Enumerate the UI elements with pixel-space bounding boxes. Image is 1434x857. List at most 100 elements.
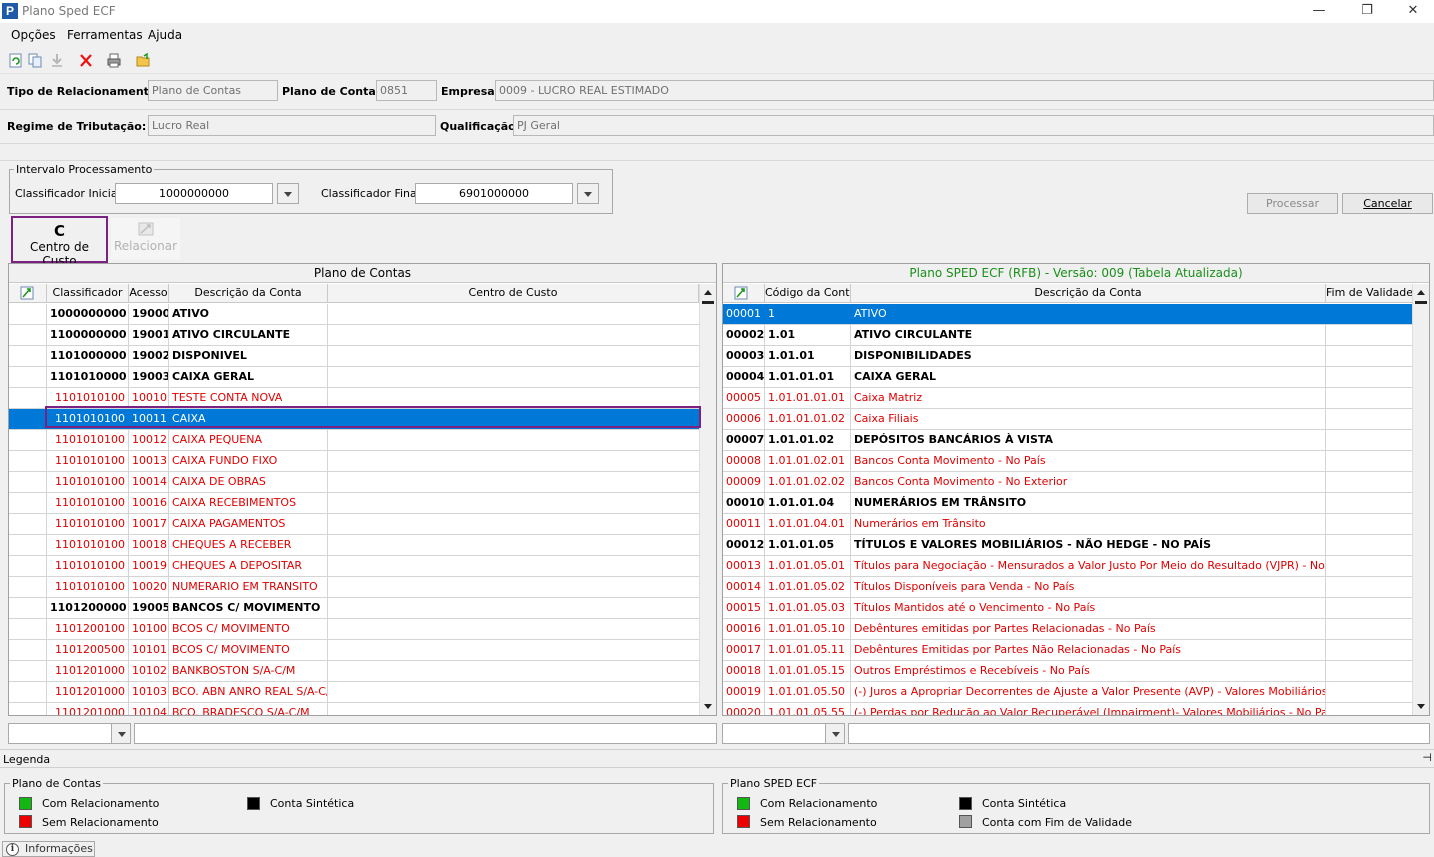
close-icon[interactable]: ✕ xyxy=(1390,0,1434,23)
table-row[interactable]: 00019 1.01.01.05.50 (-) Juros a Apropriar … xyxy=(723,682,1413,703)
plano-sped-scrollbar[interactable] xyxy=(1412,284,1429,715)
swatch-conta-sintetica xyxy=(959,797,972,810)
right-filter-input[interactable] xyxy=(848,723,1430,744)
table-row[interactable]: 1101010100 10018 CHEQUES A RECEBER xyxy=(9,535,701,556)
cell-fim-validade xyxy=(1326,598,1413,618)
pin-icon[interactable]: ⊣ xyxy=(1422,751,1432,764)
header-centro-custo[interactable]: Centro de Custo xyxy=(328,284,699,303)
processar-button[interactable]: Processar xyxy=(1247,193,1338,214)
left-filter-dropdown[interactable] xyxy=(111,723,131,744)
table-row[interactable]: 1101200500 10101 BCOS C/ MOVIMENTO xyxy=(9,640,701,661)
table-row[interactable]: 1101200100 10100 BCOS C/ MOVIMENTO xyxy=(9,619,701,640)
header-acesso[interactable]: Acesso xyxy=(129,284,169,303)
scroll-up-icon[interactable] xyxy=(700,284,716,300)
classificador-final-dropdown[interactable] xyxy=(577,183,599,204)
table-row[interactable]: 00020 1.01.01.05.55 (-) Perdas por Redução… xyxy=(723,703,1413,715)
cell-centro-custo xyxy=(328,577,701,597)
table-row[interactable]: 1101010100 10016 CAIXA RECEBIMENTOS xyxy=(9,493,701,514)
cell-acesso: 10019 xyxy=(129,556,169,576)
minimize-icon[interactable]: — xyxy=(1296,0,1342,23)
tipo-field: Plano de Contas xyxy=(148,80,278,101)
table-row[interactable]: 00010 1.01.01.04 NUMERÁRIOS EM TRÂNSITO xyxy=(723,493,1413,514)
classificador-inicial-input[interactable]: 1000000000 xyxy=(115,183,273,204)
table-row[interactable]: 1101010100 10013 CAIXA FUNDO FIXO xyxy=(9,451,701,472)
table-row[interactable]: 1101010100 10011 CAIXA xyxy=(9,409,701,430)
cell-classificador: 1101010100 xyxy=(47,577,129,597)
table-row[interactable]: 1101201000 10104 BCO. BRADESCO S/A-C/M xyxy=(9,703,701,715)
table-row[interactable]: 00018 1.01.01.05.15 Outros Empréstimos e R… xyxy=(723,661,1413,682)
cell-codigo: 1.01.01.02.02 xyxy=(765,472,851,492)
cell-fim-validade xyxy=(1326,388,1413,408)
scroll-down-icon[interactable] xyxy=(700,699,716,715)
table-row[interactable]: 00007 1.01.01.02 DEPÓSITOS BANCÁRIOS À VIS… xyxy=(723,430,1413,451)
table-row[interactable]: 00015 1.01.01.05.03 Títulos Mantidos até o… xyxy=(723,598,1413,619)
cancelar-button[interactable]: Cancelar xyxy=(1342,193,1433,214)
table-row[interactable]: 00001 1 ATIVO xyxy=(723,304,1413,325)
app-logo-icon: P xyxy=(2,3,18,19)
scroll-down-icon[interactable] xyxy=(1413,699,1429,715)
left-filter-input[interactable] xyxy=(134,723,717,744)
header-classificador[interactable]: Classificador xyxy=(47,284,129,303)
delete-icon[interactable] xyxy=(79,53,93,68)
header-descricao[interactable]: Descrição da Conta xyxy=(169,284,328,303)
table-row[interactable]: 00013 1.01.01.05.01 Títulos para Negociaçã… xyxy=(723,556,1413,577)
centro-de-custo-button[interactable]: C Centro de Custo xyxy=(11,216,108,268)
table-row[interactable]: 00002 1.01 ATIVO CIRCULANTE xyxy=(723,325,1413,346)
table-row[interactable]: 1101201000 10102 BANKBOSTON S/A-C/M xyxy=(9,661,701,682)
print-icon[interactable] xyxy=(107,53,121,68)
relacionar-button[interactable]: Relacionar xyxy=(111,218,180,260)
cell-classificador: 1101200500 xyxy=(47,640,129,660)
scroll-up-icon[interactable] xyxy=(1413,284,1429,300)
classificador-inicial-dropdown[interactable] xyxy=(277,183,299,204)
header-codigo[interactable]: Código da Conta xyxy=(765,284,851,303)
cell-acesso: 10017 xyxy=(129,514,169,534)
table-row[interactable]: 00014 1.01.01.05.02 Títulos Disponíveis pa… xyxy=(723,577,1413,598)
menu-ajuda[interactable]: Ajuda xyxy=(148,28,182,42)
table-row[interactable]: 00012 1.01.01.05 TÍTULOS E VALORES MOBILIÁ… xyxy=(723,535,1413,556)
refresh-icon[interactable] xyxy=(9,53,23,68)
menu-opcoes[interactable]: Opções xyxy=(11,28,56,42)
cell-descricao: CHEQUES A RECEBER xyxy=(169,535,328,555)
table-row[interactable]: 00009 1.01.01.02.02 Bancos Conta Movimento… xyxy=(723,472,1413,493)
regime-field: Lucro Real xyxy=(148,115,436,136)
plano-contas-scrollbar[interactable] xyxy=(699,284,716,715)
table-row[interactable]: 1101010100 10020 NUMERARIO EM TRANSITO xyxy=(9,577,701,598)
table-row[interactable]: 00003 1.01.01 DISPONIBILIDADES xyxy=(723,346,1413,367)
cell-acesso: 10103 xyxy=(129,682,169,702)
table-row[interactable]: 00011 1.01.01.04.01 Numerários em Trânsito xyxy=(723,514,1413,535)
right-filter-dropdown[interactable] xyxy=(825,723,845,744)
table-row[interactable]: 00017 1.01.01.05.11 Debêntures Emitidas po… xyxy=(723,640,1413,661)
cell-centro-custo xyxy=(328,493,701,513)
table-row[interactable]: 1101010100 10012 CAIXA PEQUENA xyxy=(9,430,701,451)
table-row[interactable]: 1100000000 19001 ATIVO CIRCULANTE xyxy=(9,325,701,346)
table-row[interactable]: 1000000000 19000 ATIVO xyxy=(9,304,701,325)
open-folder-icon[interactable] xyxy=(136,53,150,68)
scroll-thumb[interactable] xyxy=(702,301,714,304)
table-row[interactable]: 00004 1.01.01.01 CAIXA GERAL xyxy=(723,367,1413,388)
copy-icon[interactable] xyxy=(28,53,42,68)
restore-icon[interactable]: ❐ xyxy=(1344,0,1390,23)
table-row[interactable]: 1101200000 19005 BANCOS C/ MOVIMENTO xyxy=(9,598,701,619)
divider xyxy=(0,160,1434,161)
grid-filter-icon[interactable] xyxy=(734,286,748,300)
table-row[interactable]: 1101010100 10017 CAIXA PAGAMENTOS xyxy=(9,514,701,535)
header-descricao[interactable]: Descrição da Conta xyxy=(851,284,1326,303)
table-row[interactable]: 00016 1.01.01.05.10 Debêntures emitidas po… xyxy=(723,619,1413,640)
swatch-fim-validade xyxy=(959,815,972,828)
cell-centro-custo xyxy=(328,619,701,639)
menu-ferramentas[interactable]: Ferramentas xyxy=(67,28,143,42)
table-row[interactable]: 1101010000 19003 CAIXA GERAL xyxy=(9,367,701,388)
cell-centro-custo xyxy=(328,514,701,534)
scroll-thumb[interactable] xyxy=(1415,301,1427,304)
table-row[interactable]: 1101010100 10014 CAIXA DE OBRAS xyxy=(9,472,701,493)
header-fim-validade[interactable]: Fim de Validade xyxy=(1326,284,1413,303)
table-row[interactable]: 1101010100 10019 CHEQUES A DEPOSITAR xyxy=(9,556,701,577)
table-row[interactable]: 1101201000 10103 BCO. ABN ANRO REAL S/A-C/… xyxy=(9,682,701,703)
table-row[interactable]: 00008 1.01.01.02.01 Bancos Conta Movimento… xyxy=(723,451,1413,472)
table-row[interactable]: 1101010100 10010 TESTE CONTA NOVA xyxy=(9,388,701,409)
table-row[interactable]: 00006 1.01.01.01.02 Caixa Filiais xyxy=(723,409,1413,430)
classificador-final-input[interactable]: 6901000000 xyxy=(415,183,573,204)
grid-filter-icon[interactable] xyxy=(20,286,34,300)
table-row[interactable]: 00005 1.01.01.01.01 Caixa Matriz xyxy=(723,388,1413,409)
table-row[interactable]: 1101000000 19002 DISPONIVEL xyxy=(9,346,701,367)
